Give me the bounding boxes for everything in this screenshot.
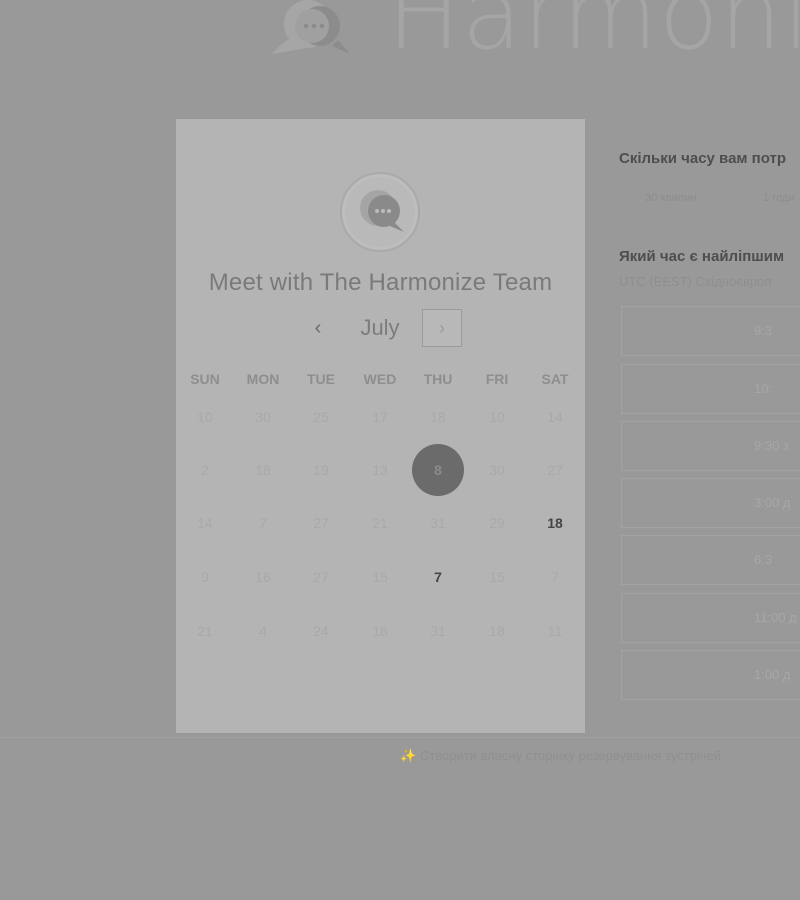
calendar-day: 29 <box>489 515 505 531</box>
calendar-day: 18 <box>372 623 388 639</box>
calendar-day: 27 <box>313 569 329 585</box>
month-label: July <box>360 315 400 340</box>
create-page-link-text: Створити власну сторінку резервування зу… <box>419 748 722 763</box>
calendar-day: 18 <box>430 409 446 425</box>
weekday-label: SAT <box>541 371 569 387</box>
calendar-day: 30 <box>255 409 271 425</box>
host-avatar <box>340 172 420 252</box>
time-slot-label: 3:00 д <box>754 495 791 510</box>
divider <box>0 737 800 738</box>
calendar-day: 13 <box>372 462 388 478</box>
calendar-day[interactable]: 7 <box>412 551 464 603</box>
time-slot-label: 6:3 <box>754 552 773 567</box>
calendar-day: 27 <box>547 462 563 478</box>
calendar-day: 17 <box>372 409 388 425</box>
time-slot-button[interactable]: 9:30 з <box>621 421 800 471</box>
time-question: Який час є найліпшим <box>619 248 785 265</box>
chevron-right-icon[interactable]: › <box>422 309 462 347</box>
chat-bubbles-icon <box>360 190 404 232</box>
calendar-day: 14 <box>197 515 213 531</box>
time-slot-button[interactable]: 10: <box>621 364 800 414</box>
sparkle-icon: ✨ <box>400 748 417 763</box>
time-slot-label: 9:30 з <box>754 438 789 453</box>
weekday-label: WED <box>363 371 397 387</box>
create-page-link[interactable]: ✨ Створити власну сторінку резервування … <box>400 748 721 764</box>
calendar-day[interactable]: 18 <box>529 497 581 549</box>
chat-bubbles-icon <box>272 0 350 54</box>
time-slot-label: 11:00 д <box>754 610 797 625</box>
time-slot-label: 9:3 <box>754 323 773 338</box>
calendar-day: 9 <box>201 569 209 585</box>
event-title: Meet with The Harmonize Team <box>208 269 553 296</box>
calendar-day: 18 <box>255 462 271 478</box>
calendar-day: 24 <box>313 623 329 639</box>
calendar-day: 15 <box>489 569 505 585</box>
calendar-day: 27 <box>313 515 329 531</box>
timezone-selector[interactable]: UTC (EEST) Східноєвроп <box>619 274 771 289</box>
calendar-day: 10 <box>197 409 213 425</box>
calendar-day: 2 <box>201 462 209 478</box>
calendar-day: 19 <box>313 462 329 478</box>
booking-card: Meet with The Harmonize Team ‹ July › SU… <box>176 119 585 733</box>
weekday-label: MON <box>246 371 280 387</box>
calendar-day: 7 <box>551 569 559 585</box>
calendar-day: 7 <box>259 515 267 531</box>
weekday-label: SUN <box>190 371 220 387</box>
weekday-label: THU <box>423 371 453 387</box>
calendar-day: 31 <box>430 515 446 531</box>
time-slot-button[interactable]: 11:00 д <box>621 593 800 643</box>
calendar-day: 25 <box>313 409 329 425</box>
calendar-day: 18 <box>489 623 505 639</box>
time-slot-button[interactable]: 1:00 д <box>621 650 800 700</box>
calendar-day: 11 <box>547 623 563 639</box>
time-slot-button[interactable]: 3:00 д <box>621 478 800 528</box>
calendar-day: 31 <box>430 623 446 639</box>
calendar-day: 30 <box>489 462 505 478</box>
time-slot-button[interactable]: 9:3 <box>621 306 800 356</box>
brand-name: Harmoni <box>387 0 800 72</box>
calendar-day: 21 <box>197 623 213 639</box>
duration-question: Скільки часу вам потр <box>619 150 787 167</box>
calendar-day: 21 <box>372 515 388 531</box>
chevron-left-icon[interactable]: ‹ <box>308 315 328 341</box>
time-slot-label: 10: <box>754 381 773 396</box>
calendar-day: 15 <box>372 569 388 585</box>
duration-option[interactable]: 30 хвилин <box>645 192 696 204</box>
time-slot-label: 1:00 д <box>754 667 791 682</box>
time-slot-button[interactable]: 6:3 <box>621 535 800 585</box>
calendar-day: 10 <box>489 409 505 425</box>
calendar-day: 16 <box>255 569 271 585</box>
calendar-day: 4 <box>259 623 267 639</box>
calendar-day: 14 <box>547 409 563 425</box>
weekday-label: TUE <box>307 371 335 387</box>
month-navigation: ‹ July › <box>176 309 585 349</box>
weekday-header: SUN MON TUE WED THU FRI SAT <box>176 371 585 391</box>
selected-day[interactable]: 8 <box>412 444 464 496</box>
weekday-label: FRI <box>485 371 509 387</box>
duration-option[interactable]: 1 годи <box>763 192 794 204</box>
